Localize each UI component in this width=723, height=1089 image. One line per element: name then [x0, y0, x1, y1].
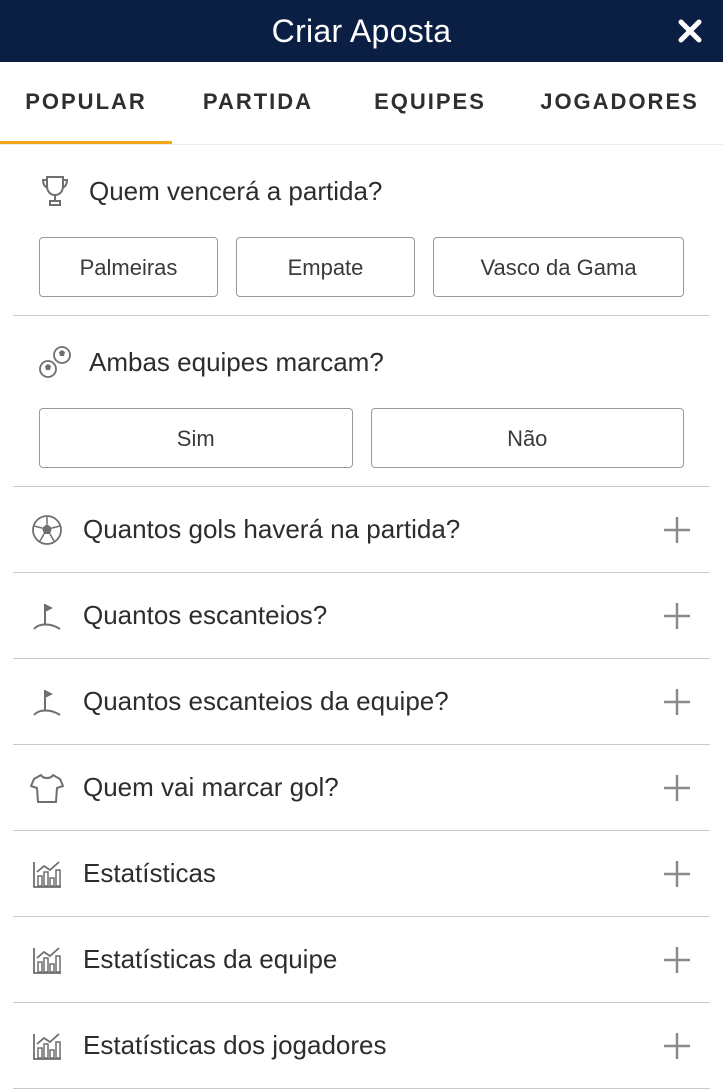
- market-row-scorer[interactable]: Quem vai marcar gol?: [13, 745, 710, 831]
- option-nao-button[interactable]: Não: [370, 408, 684, 468]
- corner-flag-icon: [29, 598, 65, 634]
- page-title: Criar Aposta: [271, 12, 452, 49]
- trophy-icon: [37, 173, 73, 209]
- plus-icon[interactable]: [662, 515, 692, 545]
- market-winner-header: Quem vencerá a partida?: [13, 145, 710, 237]
- plus-icon[interactable]: [662, 859, 692, 889]
- market-row-label: Quantos escanteios?: [83, 600, 328, 630]
- shirt-icon: [29, 770, 65, 806]
- market-btts-title: Ambas equipes marcam?: [89, 346, 384, 377]
- market-row-label: Quantos gols haverá na partida?: [83, 514, 461, 544]
- football-icon: [29, 512, 65, 548]
- header-bar: Criar Aposta: [0, 0, 723, 62]
- plus-icon[interactable]: [662, 687, 692, 717]
- market-row-team-corners[interactable]: Quantos escanteios da equipe?: [13, 659, 710, 745]
- corner-flag-icon: [29, 684, 65, 720]
- balls-icon: [37, 344, 73, 380]
- market-row-label: Estatísticas da equipe: [83, 944, 338, 974]
- option-empate-button[interactable]: Empate: [236, 237, 415, 297]
- chart-icon: [29, 1028, 65, 1064]
- market-row-label: Estatísticas dos jogadores: [83, 1030, 387, 1060]
- tab-jogadores[interactable]: JOGADORES: [516, 62, 723, 142]
- option-palmeiras-button[interactable]: Palmeiras: [39, 237, 218, 297]
- market-row-player-stats[interactable]: Estatísticas dos jogadores: [13, 1003, 710, 1089]
- market-winner-options: Palmeiras Empate Vasco da Gama: [13, 237, 710, 315]
- market-row-team-stats[interactable]: Estatísticas da equipe: [13, 917, 710, 1003]
- market-winner-title: Quem vencerá a partida?: [89, 175, 383, 206]
- chart-icon: [29, 942, 65, 978]
- close-icon[interactable]: [675, 16, 705, 46]
- market-btts: Ambas equipes marcam? Sim Não: [13, 316, 710, 487]
- market-row-label: Quem vai marcar gol?: [83, 772, 339, 802]
- chart-icon: [29, 856, 65, 892]
- option-sim-button[interactable]: Sim: [39, 408, 353, 468]
- market-row-corners[interactable]: Quantos escanteios?: [13, 573, 710, 659]
- tab-partida[interactable]: PARTIDA: [172, 62, 344, 142]
- option-vasco-button[interactable]: Vasco da Gama: [433, 237, 684, 297]
- market-btts-header: Ambas equipes marcam?: [13, 316, 710, 408]
- plus-icon[interactable]: [662, 1031, 692, 1061]
- market-list: Quem vencerá a partida? Palmeiras Empate…: [0, 145, 723, 1089]
- tab-bar: POPULAR PARTIDA EQUIPES JOGADORES: [0, 62, 723, 145]
- market-btts-options: Sim Não: [13, 408, 710, 486]
- market-winner: Quem vencerá a partida? Palmeiras Empate…: [13, 145, 710, 316]
- plus-icon[interactable]: [662, 945, 692, 975]
- market-row-stats[interactable]: Estatísticas: [13, 831, 710, 917]
- market-row-total-goals[interactable]: Quantos gols haverá na partida?: [13, 487, 710, 573]
- tab-equipes[interactable]: EQUIPES: [344, 62, 516, 142]
- plus-icon[interactable]: [662, 773, 692, 803]
- market-row-label: Estatísticas: [83, 858, 216, 888]
- market-row-label: Quantos escanteios da equipe?: [83, 686, 449, 716]
- plus-icon[interactable]: [662, 601, 692, 631]
- tab-popular[interactable]: POPULAR: [0, 62, 172, 144]
